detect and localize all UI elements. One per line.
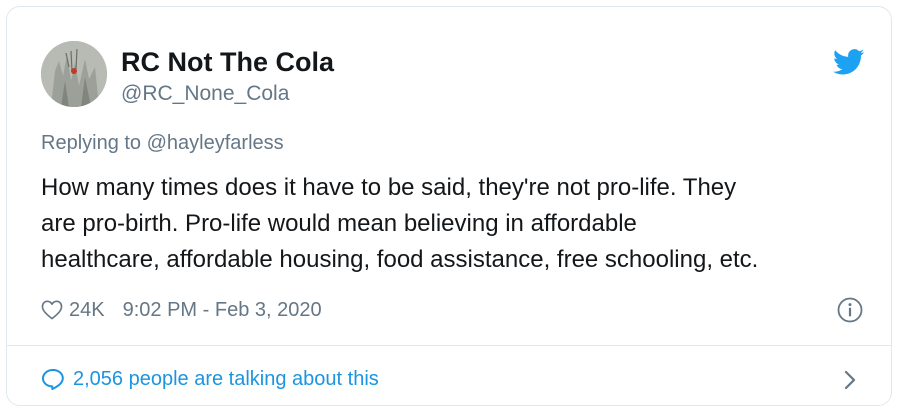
author-handle[interactable]: @RC_None_Cola (121, 82, 289, 106)
like-count[interactable]: 24K (69, 299, 105, 322)
avatar-image (41, 41, 107, 107)
replying-to: Replying to @hayleyfarless (41, 132, 284, 155)
talking-about-text: 2,056 people are talking about this (73, 367, 379, 390)
tweet-text-line: are pro-birth. Pro-life would mean belie… (41, 210, 637, 237)
author-name[interactable]: RC Not The Cola (121, 47, 334, 78)
tweet-timestamp[interactable]: 9:02 PM - Feb 3, 2020 (123, 299, 322, 322)
replying-prefix: Replying to (41, 132, 142, 154)
talking-about-link[interactable]: 2,056 people are talking about this (41, 364, 379, 394)
replying-to-mention[interactable]: @hayleyfarless (147, 132, 284, 154)
tweet-text: How many times does it have to be said, … (41, 170, 881, 278)
tweet-text-line: How many times does it have to be said, … (41, 174, 737, 201)
heart-outline-icon[interactable] (41, 300, 63, 320)
tweet-card: RC Not The Cola @RC_None_Cola Replying t… (6, 6, 892, 406)
chevron-right-icon[interactable] (843, 369, 857, 391)
info-circle-icon[interactable] (837, 297, 863, 323)
tweet-meta: 24K 9:02 PM - Feb 3, 2020 (41, 296, 322, 324)
tweet-text-line: healthcare, affordable housing, food ass… (41, 246, 759, 273)
avatar[interactable] (41, 41, 107, 107)
twitter-bird-icon[interactable] (833, 49, 865, 75)
speech-bubble-icon (42, 369, 64, 390)
divider (7, 345, 891, 346)
